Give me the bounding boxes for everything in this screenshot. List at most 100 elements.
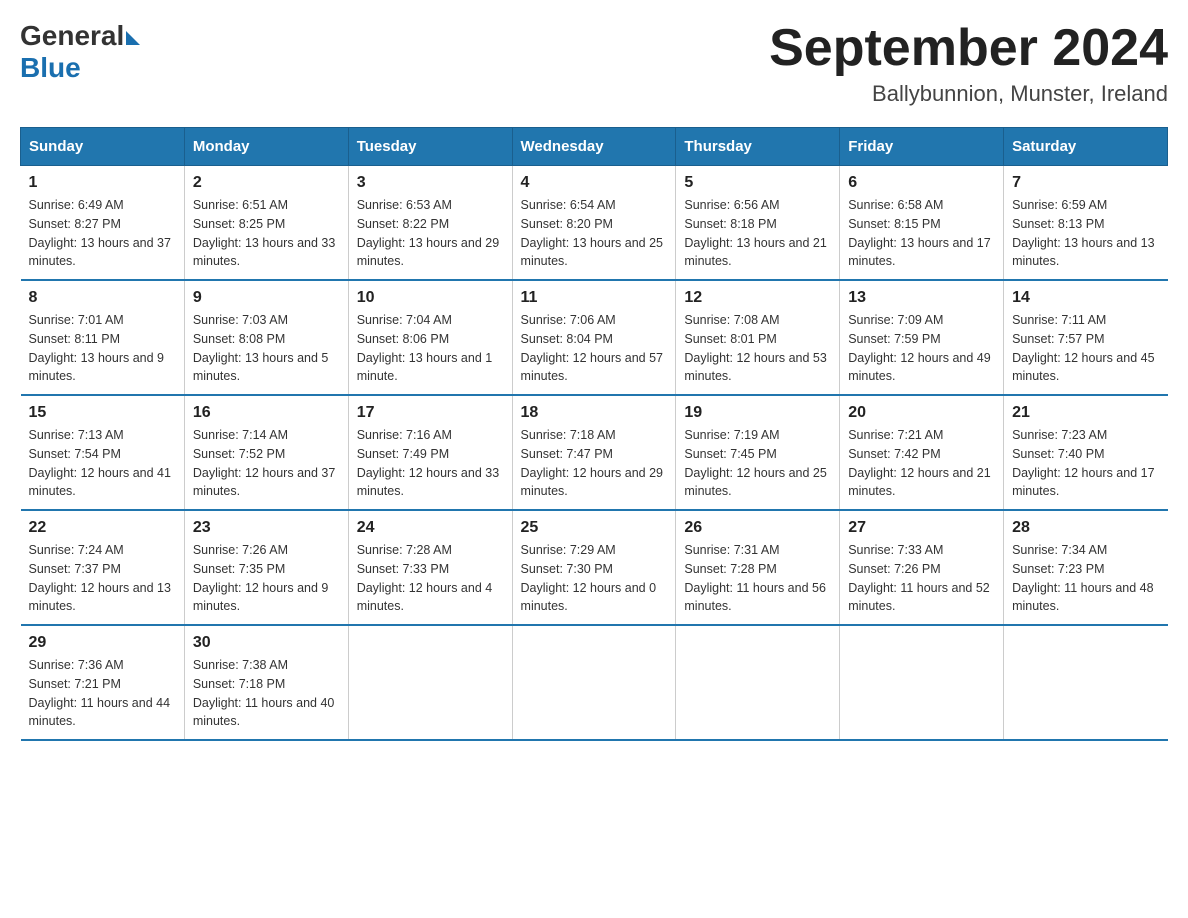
day-info: Sunrise: 7:29 AMSunset: 7:30 PMDaylight:… [521,541,668,616]
day-number: 13 [848,289,995,307]
calendar-cell: 22 Sunrise: 7:24 AMSunset: 7:37 PMDayligh… [21,510,185,625]
day-number: 25 [521,519,668,537]
calendar-cell: 7 Sunrise: 6:59 AMSunset: 8:13 PMDaylight… [1004,166,1168,281]
location-subtitle: Ballybunnion, Munster, Ireland [769,81,1168,107]
day-number: 18 [521,404,668,422]
calendar-week-row: 1Sunrise: 6:49 AMSunset: 8:27 PMDaylight… [21,166,1168,281]
calendar-cell: 14 Sunrise: 7:11 AMSunset: 7:57 PMDayligh… [1004,280,1168,395]
day-info: Sunrise: 7:23 AMSunset: 7:40 PMDaylight:… [1012,426,1159,501]
day-info: Sunrise: 7:21 AMSunset: 7:42 PMDaylight:… [848,426,995,501]
day-info: Sunrise: 7:13 AMSunset: 7:54 PMDaylight:… [29,426,176,501]
calendar-header-row: SundayMondayTuesdayWednesdayThursdayFrid… [21,128,1168,166]
day-info: Sunrise: 7:24 AMSunset: 7:37 PMDaylight:… [29,541,176,616]
day-info: Sunrise: 7:14 AMSunset: 7:52 PMDaylight:… [193,426,340,501]
day-info: Sunrise: 7:19 AMSunset: 7:45 PMDaylight:… [684,426,831,501]
calendar-cell: 21 Sunrise: 7:23 AMSunset: 7:40 PMDayligh… [1004,395,1168,510]
column-header-wednesday: Wednesday [512,128,676,166]
day-info: Sunrise: 6:56 AMSunset: 8:18 PMDaylight:… [684,196,831,271]
day-info: Sunrise: 7:04 AMSunset: 8:06 PMDaylight:… [357,311,504,386]
column-header-tuesday: Tuesday [348,128,512,166]
day-number: 27 [848,519,995,537]
day-info: Sunrise: 7:36 AMSunset: 7:21 PMDaylight:… [29,656,176,731]
calendar-cell [348,625,512,740]
calendar-cell [840,625,1004,740]
day-info: Sunrise: 7:38 AMSunset: 7:18 PMDaylight:… [193,656,340,731]
day-number: 7 [1012,174,1159,192]
day-info: Sunrise: 7:06 AMSunset: 8:04 PMDaylight:… [521,311,668,386]
day-info: Sunrise: 6:51 AMSunset: 8:25 PMDaylight:… [193,196,340,271]
calendar-cell: 16Sunrise: 7:14 AMSunset: 7:52 PMDayligh… [184,395,348,510]
title-section: September 2024 Ballybunnion, Munster, Ir… [769,20,1168,107]
day-info: Sunrise: 6:53 AMSunset: 8:22 PMDaylight:… [357,196,504,271]
calendar-cell: 17 Sunrise: 7:16 AMSunset: 7:49 PMDayligh… [348,395,512,510]
day-number: 2 [193,174,340,192]
day-number: 11 [521,289,668,307]
day-info: Sunrise: 7:34 AMSunset: 7:23 PMDaylight:… [1012,541,1159,616]
calendar-cell: 26 Sunrise: 7:31 AMSunset: 7:28 PMDayligh… [676,510,840,625]
page-header: General Blue September 2024 Ballybunnion… [20,20,1168,107]
day-info: Sunrise: 6:49 AMSunset: 8:27 PMDaylight:… [29,196,176,271]
day-number: 19 [684,404,831,422]
day-number: 6 [848,174,995,192]
day-number: 30 [193,634,340,652]
calendar-cell: 24 Sunrise: 7:28 AMSunset: 7:33 PMDayligh… [348,510,512,625]
day-number: 10 [357,289,504,307]
calendar-cell: 28Sunrise: 7:34 AMSunset: 7:23 PMDayligh… [1004,510,1168,625]
logo: General Blue [20,20,140,84]
calendar-cell: 3 Sunrise: 6:53 AMSunset: 8:22 PMDaylight… [348,166,512,281]
calendar-cell: 18Sunrise: 7:18 AMSunset: 7:47 PMDayligh… [512,395,676,510]
calendar-cell [1004,625,1168,740]
calendar-cell: 12Sunrise: 7:08 AMSunset: 8:01 PMDayligh… [676,280,840,395]
day-number: 23 [193,519,340,537]
month-year-title: September 2024 [769,20,1168,77]
day-info: Sunrise: 6:54 AMSunset: 8:20 PMDaylight:… [521,196,668,271]
calendar-cell: 9 Sunrise: 7:03 AMSunset: 8:08 PMDaylight… [184,280,348,395]
calendar-cell: 25 Sunrise: 7:29 AMSunset: 7:30 PMDayligh… [512,510,676,625]
day-number: 14 [1012,289,1159,307]
column-header-monday: Monday [184,128,348,166]
day-info: Sunrise: 6:59 AMSunset: 8:13 PMDaylight:… [1012,196,1159,271]
day-number: 3 [357,174,504,192]
day-number: 17 [357,404,504,422]
day-number: 24 [357,519,504,537]
day-number: 9 [193,289,340,307]
calendar-cell: 11 Sunrise: 7:06 AMSunset: 8:04 PMDayligh… [512,280,676,395]
calendar-week-row: 15 Sunrise: 7:13 AMSunset: 7:54 PMDayligh… [21,395,1168,510]
calendar-cell [676,625,840,740]
calendar-cell: 10 Sunrise: 7:04 AMSunset: 8:06 PMDayligh… [348,280,512,395]
calendar-cell: 5 Sunrise: 6:56 AMSunset: 8:18 PMDaylight… [676,166,840,281]
column-header-friday: Friday [840,128,1004,166]
logo-blue-text: Blue [20,52,140,84]
day-info: Sunrise: 7:03 AMSunset: 8:08 PMDaylight:… [193,311,340,386]
day-number: 12 [684,289,831,307]
calendar-week-row: 8Sunrise: 7:01 AMSunset: 8:11 PMDaylight… [21,280,1168,395]
day-info: Sunrise: 7:11 AMSunset: 7:57 PMDaylight:… [1012,311,1159,386]
calendar-cell: 13Sunrise: 7:09 AMSunset: 7:59 PMDayligh… [840,280,1004,395]
column-header-thursday: Thursday [676,128,840,166]
day-info: Sunrise: 7:16 AMSunset: 7:49 PMDaylight:… [357,426,504,501]
day-number: 22 [29,519,176,537]
column-header-sunday: Sunday [21,128,185,166]
calendar-cell: 4Sunrise: 6:54 AMSunset: 8:20 PMDaylight… [512,166,676,281]
day-info: Sunrise: 6:58 AMSunset: 8:15 PMDaylight:… [848,196,995,271]
day-number: 29 [29,634,176,652]
day-info: Sunrise: 7:26 AMSunset: 7:35 PMDaylight:… [193,541,340,616]
calendar-cell: 2 Sunrise: 6:51 AMSunset: 8:25 PMDaylight… [184,166,348,281]
logo-triangle-icon [126,31,140,45]
column-header-saturday: Saturday [1004,128,1168,166]
calendar-cell: 15 Sunrise: 7:13 AMSunset: 7:54 PMDayligh… [21,395,185,510]
day-number: 21 [1012,404,1159,422]
calendar-cell: 20Sunrise: 7:21 AMSunset: 7:42 PMDayligh… [840,395,1004,510]
calendar-cell: 19 Sunrise: 7:19 AMSunset: 7:45 PMDayligh… [676,395,840,510]
day-number: 15 [29,404,176,422]
calendar-week-row: 29 Sunrise: 7:36 AMSunset: 7:21 PMDayligh… [21,625,1168,740]
day-info: Sunrise: 7:31 AMSunset: 7:28 PMDaylight:… [684,541,831,616]
day-info: Sunrise: 7:01 AMSunset: 8:11 PMDaylight:… [29,311,176,386]
logo-general-text: General [20,20,124,52]
calendar-week-row: 22 Sunrise: 7:24 AMSunset: 7:37 PMDayligh… [21,510,1168,625]
day-number: 5 [684,174,831,192]
day-info: Sunrise: 7:28 AMSunset: 7:33 PMDaylight:… [357,541,504,616]
day-info: Sunrise: 7:33 AMSunset: 7:26 PMDaylight:… [848,541,995,616]
day-number: 26 [684,519,831,537]
calendar-table: SundayMondayTuesdayWednesdayThursdayFrid… [20,127,1168,741]
